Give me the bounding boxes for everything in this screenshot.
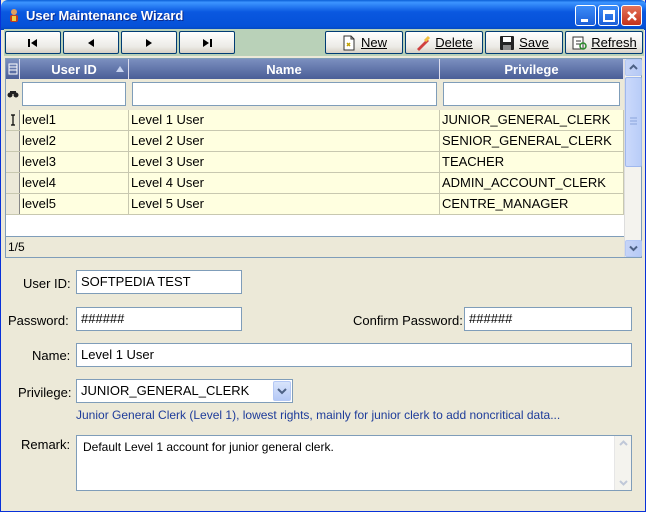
filter-name-input[interactable]	[132, 82, 437, 106]
column-header-name-label: Name	[266, 61, 302, 77]
password-field[interactable]: ######	[76, 307, 242, 331]
title-bar[interactable]: User Maintenance Wizard	[1, 0, 646, 30]
column-header-user-id[interactable]: User ID	[20, 59, 129, 79]
skip-last-icon	[203, 38, 212, 47]
row-indicator	[6, 110, 20, 130]
grid-empty-area	[6, 215, 624, 236]
cell-privilege: SENIOR_GENERAL_CLERK	[440, 131, 624, 151]
minimize-icon	[581, 19, 588, 22]
app-icon	[10, 9, 18, 22]
delete-button-label: Delete	[435, 35, 473, 50]
save-disk-icon	[500, 35, 515, 50]
next-record-button[interactable]	[121, 31, 177, 54]
eraser-icon	[417, 35, 431, 51]
scroll-thumb[interactable]	[625, 77, 642, 167]
grid-vertical-scrollbar[interactable]	[624, 59, 642, 257]
cell-privilege: ADMIN_ACCOUNT_CLERK	[440, 173, 624, 193]
previous-icon	[88, 38, 94, 47]
password-label: Password:	[8, 313, 69, 328]
cell-name: Level 1 User	[129, 110, 440, 130]
save-button[interactable]: Save	[485, 31, 563, 54]
binoculars-icon	[7, 91, 19, 98]
user-id-field[interactable]: SOFTPEDIA TEST	[76, 270, 242, 294]
scroll-up-button[interactable]	[625, 59, 642, 76]
previous-record-button[interactable]	[63, 31, 119, 54]
table-row[interactable]: level2 Level 2 User SENIOR_GENERAL_CLERK	[6, 131, 624, 152]
table-row[interactable]: level3 Level 3 User TEACHER	[6, 152, 624, 173]
delete-button[interactable]: Delete	[405, 31, 483, 54]
cell-user-id: level2	[20, 131, 129, 151]
grip-icon	[630, 117, 637, 125]
remark-text: Default Level 1 account for junior gener…	[83, 440, 334, 454]
cell-user-id: level4	[20, 173, 129, 193]
chevron-down-icon	[629, 245, 638, 252]
maximize-button[interactable]	[598, 5, 619, 26]
new-button[interactable]: New	[325, 31, 403, 54]
scroll-down-button[interactable]	[625, 240, 642, 257]
cell-user-id: level5	[20, 194, 129, 214]
chevron-down-icon	[277, 388, 287, 395]
privilege-label: Privilege:	[18, 385, 72, 400]
cell-user-id: level1	[20, 110, 129, 130]
save-button-label: Save	[519, 35, 549, 50]
cell-name: Level 2 User	[129, 131, 440, 151]
cell-name: Level 4 User	[129, 173, 440, 193]
new-document-icon	[343, 35, 355, 50]
window: User Maintenance Wizard New Delete Save …	[0, 0, 646, 512]
refresh-icon	[572, 36, 587, 50]
table-row[interactable]: level5 Level 5 User CENTRE_MANAGER	[6, 194, 624, 215]
chevron-up-icon	[629, 64, 638, 70]
skip-first-icon	[28, 38, 37, 47]
confirm-password-label: Confirm Password:	[353, 313, 463, 328]
privilege-description: Junior General Clerk (Level 1), lowest r…	[76, 408, 561, 422]
user-id-label: User ID:	[23, 276, 71, 291]
remark-scrollbar[interactable]	[614, 436, 631, 490]
cell-name: Level 5 User	[129, 194, 440, 214]
close-button[interactable]	[621, 5, 642, 26]
edit-cursor-icon	[11, 114, 15, 126]
first-record-button[interactable]	[5, 31, 61, 54]
sort-ascending-icon	[116, 66, 124, 72]
privilege-select[interactable]: JUNIOR_GENERAL_CLERK	[76, 379, 293, 403]
column-header-privilege[interactable]: Privilege	[440, 59, 624, 79]
scroll-arrows-icon	[619, 440, 628, 486]
cell-user-id: level3	[20, 152, 129, 172]
refresh-button[interactable]: Refresh	[565, 31, 643, 54]
filter-user-id-input[interactable]	[22, 82, 126, 106]
row-indicator	[6, 194, 20, 214]
cell-privilege: CENTRE_MANAGER	[440, 194, 624, 214]
refresh-button-label: Refresh	[591, 35, 637, 50]
remark-label: Remark:	[21, 437, 71, 452]
filter-privilege-input[interactable]	[443, 82, 620, 106]
user-grid: User ID Name Privilege level1 Level 1 Us…	[5, 58, 642, 258]
name-field[interactable]: Level 1 User	[76, 343, 632, 367]
confirm-password-field[interactable]: ######	[464, 307, 632, 331]
table-row[interactable]: level1 Level 1 User JUNIOR_GENERAL_CLERK	[6, 110, 624, 131]
table-row[interactable]: level4 Level 4 User ADMIN_ACCOUNT_CLERK	[6, 173, 624, 194]
next-icon	[146, 38, 152, 47]
close-icon	[627, 11, 637, 21]
row-indicator	[6, 131, 20, 151]
remark-textarea[interactable]: Default Level 1 account for junior gener…	[76, 435, 632, 491]
name-label: Name:	[32, 348, 71, 363]
minimize-button[interactable]	[575, 5, 596, 26]
privilege-select-value: JUNIOR_GENERAL_CLERK	[81, 383, 250, 398]
column-header-user-id-label: User ID	[51, 61, 97, 77]
cell-privilege: JUNIOR_GENERAL_CLERK	[440, 110, 624, 130]
privilege-dropdown-button[interactable]	[273, 381, 291, 401]
grid-corner[interactable]	[6, 59, 20, 79]
last-record-button[interactable]	[179, 31, 235, 54]
cell-name: Level 3 User	[129, 152, 440, 172]
window-title: User Maintenance Wizard	[26, 8, 184, 23]
table-select-icon	[8, 63, 17, 75]
column-header-privilege-label: Privilege	[504, 61, 559, 77]
row-indicator	[6, 173, 20, 193]
cell-privilege: TEACHER	[440, 152, 624, 172]
row-indicator	[6, 152, 20, 172]
maximize-icon	[603, 10, 615, 22]
record-position: 1/5	[6, 236, 624, 257]
new-button-label: New	[360, 35, 387, 50]
column-header-name[interactable]: Name	[129, 59, 440, 79]
